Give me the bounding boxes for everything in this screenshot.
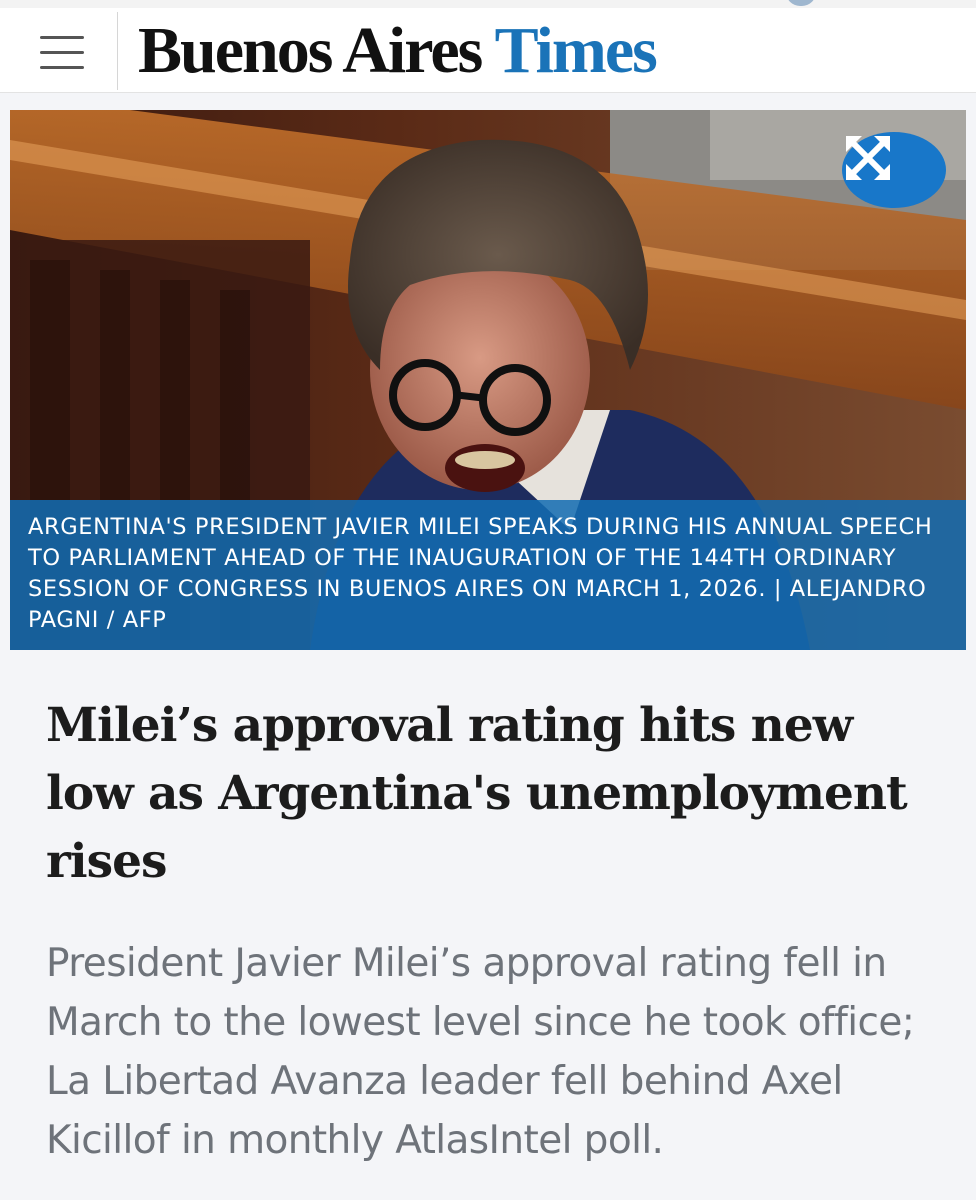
logo-text-primary: Buenos Aires xyxy=(138,14,483,87)
image-caption: ARGENTINA'S PRESIDENT JAVIER MILEI SPEAK… xyxy=(10,500,966,650)
logo-text-accent: Times xyxy=(494,14,658,87)
article-headline[interactable]: Milei’s approval rating hits new low as … xyxy=(46,692,936,896)
article-summary: President Javier Milei’s approval rating… xyxy=(46,941,915,1163)
hamburger-menu-icon[interactable] xyxy=(40,36,84,72)
image-caption-text: ARGENTINA'S PRESIDENT JAVIER MILEI SPEAK… xyxy=(28,514,933,633)
header-divider xyxy=(117,12,118,90)
site-header: Buenos Aires Times xyxy=(0,0,976,93)
status-strip xyxy=(0,0,976,8)
site-logo[interactable]: Buenos Aires Times xyxy=(138,14,658,87)
expand-arrows-icon xyxy=(846,136,890,180)
expand-image-button[interactable] xyxy=(842,132,946,208)
status-indicator xyxy=(786,0,816,6)
hero-image[interactable]: ARGENTINA'S PRESIDENT JAVIER MILEI SPEAK… xyxy=(10,110,966,650)
